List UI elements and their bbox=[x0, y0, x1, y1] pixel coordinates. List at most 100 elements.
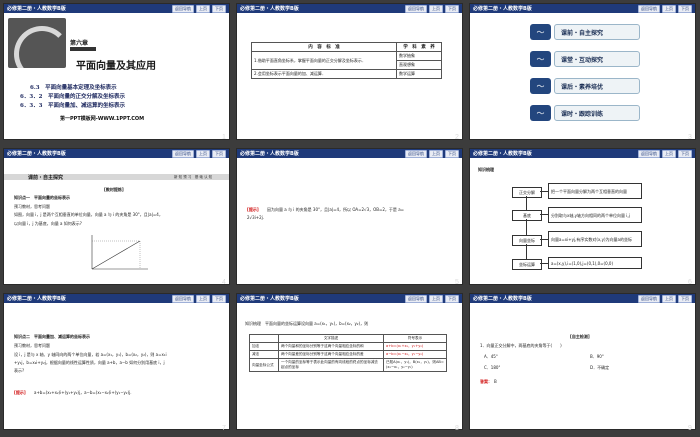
slide-header: 必修第二册・人教数学B版 返回导航 上页 下页 bbox=[4, 4, 229, 13]
section-heading: 6.3 平面向量基本定理及坐标表示 bbox=[30, 85, 117, 91]
table-row: 1.借助平面直角坐标系，掌握平面向量的正交分解及坐标表示． 数学抽象 bbox=[251, 51, 442, 70]
table-cell: 数学抽象 bbox=[396, 51, 442, 61]
swoosh-icon: 〜 bbox=[530, 105, 551, 121]
return-nav-button[interactable]: 返回导航 bbox=[172, 294, 194, 303]
slide-header: 必修第二册・人教数学B版 返回导航 上页 下页 bbox=[4, 294, 229, 303]
slide-thumbnail-3[interactable]: 必修第二册・人教数学B版 返回导航 上页 下页 〜 课前・自主探究 〜 课堂・互… bbox=[469, 3, 696, 140]
page-number: 8 bbox=[455, 425, 459, 432]
header-title: 必修第二册・人教数学B版 bbox=[7, 296, 66, 302]
definition-box: a=(x,y),i=(1,0),j=(0,1),0=(0,0) bbox=[548, 257, 642, 269]
table-cell: a−b=(x₁−x₂，y₁−y₂) bbox=[383, 350, 447, 359]
question-text: 如图，向量 i，j 是两个互相垂直的单位向量，向量 a 与 i 的夹角是 30°… bbox=[14, 212, 163, 217]
slide-thumbnail-7[interactable]: 必修第二册・人教数学B版 返回导航 上页 下页 知识点二 平面向量加、减运算的坐… bbox=[3, 293, 230, 430]
menu-item-in-class[interactable]: 〜 课堂・互动探究 bbox=[530, 51, 640, 67]
menu-item-label: 课后・素养培优 bbox=[553, 78, 640, 94]
return-nav-button[interactable]: 返回导航 bbox=[405, 4, 427, 13]
table-cell: 两个向量差的坐标分别等于这两个向量相应坐标的差 bbox=[278, 350, 384, 359]
return-nav-button[interactable]: 返回导航 bbox=[638, 4, 660, 13]
option-b: B．90° bbox=[590, 354, 604, 359]
return-nav-button[interactable]: 返回导航 bbox=[638, 149, 660, 158]
cover-image bbox=[8, 18, 66, 68]
next-page-button[interactable]: 下页 bbox=[678, 4, 692, 13]
concept-box: 坐标运算 bbox=[512, 259, 542, 270]
slide-thumbnail-6[interactable]: 必修第二册・人教数学B版 返回导航 上页 下页 知识梳理 正交分解 基底 向量坐… bbox=[469, 148, 696, 285]
menu-item-pre-class[interactable]: 〜 课前・自主探究 bbox=[530, 24, 640, 40]
slide-thumbnail-1[interactable]: 必修第二册・人教数学B版 返回导航 上页 下页 第六章 平面向量及其应用 6.3… bbox=[3, 3, 230, 140]
option-a: A．45° bbox=[484, 354, 498, 359]
header-title: 必修第二册・人教数学B版 bbox=[240, 296, 299, 302]
menu-item-training[interactable]: 〜 课时・跟踪训练 bbox=[530, 105, 640, 121]
knowledge-point: 知识点二 平面向量加、减运算的坐标表示 bbox=[14, 334, 90, 339]
menu-item-label: 课时・跟踪训练 bbox=[553, 105, 640, 121]
table-cell: a+b=(x₁+x₂，y₁+y₂) bbox=[383, 342, 447, 351]
prev-page-button[interactable]: 上页 bbox=[662, 4, 676, 13]
return-nav-button[interactable]: 返回导航 bbox=[638, 294, 660, 303]
answer-text: a+b=(x₁+x₂)i+(y₁+y₂)j，a−b=(x₁−x₂)i+(y₁−y… bbox=[34, 390, 132, 395]
slide-thumbnail-8[interactable]: 必修第二册・人教数学B版 返回导航 上页 下页 知识梳理 平面向量的坐标运算设向… bbox=[236, 293, 463, 430]
table-cell: 1.借助平面直角坐标系，掌握平面向量的正交分解及坐标表示． bbox=[251, 51, 397, 70]
next-page-button[interactable]: 下页 bbox=[678, 149, 692, 158]
table-row: 2.会用坐标表示平面向量的加、减运算． 数学运算 bbox=[251, 69, 442, 79]
standards-table: 内 容 标 准 学 科 素 养 1.借助平面直角坐标系，掌握平面向量的正交分解及… bbox=[251, 42, 442, 79]
prev-page-button[interactable]: 上页 bbox=[429, 149, 443, 158]
prev-page-button[interactable]: 上页 bbox=[662, 149, 676, 158]
prev-page-button[interactable]: 上页 bbox=[196, 294, 210, 303]
tip-label: [提示] bbox=[247, 207, 259, 212]
page-number: 7 bbox=[222, 425, 226, 432]
prev-page-button[interactable]: 上页 bbox=[196, 4, 210, 13]
prev-page-button[interactable]: 上页 bbox=[196, 149, 210, 158]
prev-page-button[interactable]: 上页 bbox=[662, 294, 676, 303]
slide-thumbnail-4[interactable]: 必修第二册・人教数学B版 返回导航 上页 下页 课前・自主探究 新 知 预 习 … bbox=[3, 148, 230, 285]
table-cell: 数学运算 bbox=[396, 69, 442, 79]
slide-header: 必修第二册・人教数学B版 返回导航 上页 下页 bbox=[470, 4, 695, 13]
header-title: 必修第二册・人教数学B版 bbox=[473, 6, 532, 12]
answer-label: 答案： bbox=[480, 379, 492, 384]
site-footer: 第一PPT模板网-WWW.1PPT.COM bbox=[60, 116, 145, 122]
return-nav-button[interactable]: 返回导航 bbox=[172, 149, 194, 158]
swoosh-icon: 〜 bbox=[530, 51, 551, 67]
table-cell: 已知A(x₁，y₁)，B(x₂，y₂)，则AB=(x₂−x₁，y₂−y₁) bbox=[383, 358, 447, 372]
table-cell: 加法 bbox=[249, 342, 279, 351]
page-number: 2 bbox=[455, 134, 459, 141]
return-nav-button[interactable]: 返回导航 bbox=[405, 149, 427, 158]
table-cell: 两个向量和的坐标分别等于这两个向量相应坐标的和 bbox=[278, 342, 384, 351]
definition-box: 向量a=xi+yj,有序实数对(x,y)为向量a的坐标 bbox=[548, 231, 642, 247]
next-page-button[interactable]: 下页 bbox=[445, 149, 459, 158]
question-text: 表示? bbox=[14, 368, 25, 373]
table-cell: 减法 bbox=[249, 350, 279, 359]
table-row: 文字描述 符号表示 bbox=[249, 334, 447, 343]
preview-prompt: 预习教材，思考问题 bbox=[14, 343, 50, 348]
table-row: 向量坐标公式 一个向量的坐标等于表示此向量的有向线段的终点的坐标减去起点的坐标 … bbox=[249, 358, 447, 372]
table-header: 学 科 素 养 bbox=[396, 42, 442, 52]
intro-text: 知识梳理 平面向量的坐标运算设向量 a=(x₁，y₁)，b=(x₂，y₂)，则 bbox=[245, 321, 369, 326]
slide-thumbnail-9[interactable]: 必修第二册・人教数学B版 返回导航 上页 下页 [自主检测] 1．向量正交分解中… bbox=[469, 293, 696, 430]
next-page-button[interactable]: 下页 bbox=[445, 4, 459, 13]
return-nav-button[interactable]: 返回导航 bbox=[405, 294, 427, 303]
prev-page-button[interactable]: 上页 bbox=[429, 294, 443, 303]
question-text: 1．向量正交分解中，两基底的夹角等于( ) bbox=[480, 343, 562, 348]
definition-box: 分别取与x轴,y轴方向相同的两个单位向量 i,j bbox=[548, 207, 642, 223]
menu-item-after-class[interactable]: 〜 课后・素养培优 bbox=[530, 78, 640, 94]
section-label: [自主检测] bbox=[570, 334, 590, 339]
return-nav-button[interactable]: 返回导航 bbox=[172, 4, 194, 13]
table-row: 减法 两个向量差的坐标分别等于这两个向量相应坐标的差 a−b=(x₁−x₂，y₁… bbox=[249, 350, 447, 359]
chapter-title: 平面向量及其应用 bbox=[76, 61, 156, 72]
table-header bbox=[249, 334, 279, 343]
next-page-button[interactable]: 下页 bbox=[445, 294, 459, 303]
answer-text: 2√3i+2j. bbox=[247, 215, 265, 220]
chapter-label: 第六章 bbox=[70, 40, 89, 47]
page-number: 4 bbox=[222, 279, 226, 286]
table-cell: 一个向量的坐标等于表示此向量的有向线段的终点的坐标减去起点的坐标 bbox=[278, 358, 384, 372]
next-page-button[interactable]: 下页 bbox=[678, 294, 692, 303]
next-page-button[interactable]: 下页 bbox=[212, 294, 226, 303]
slide-thumbnail-5[interactable]: 必修第二册・人教数学B版 返回导航 上页 下页 [提示] 因为向量 a 与 i … bbox=[236, 148, 463, 285]
prev-page-button[interactable]: 上页 bbox=[429, 4, 443, 13]
band-subtitle: 新 知 预 习 基 础 认 知 bbox=[174, 175, 213, 179]
menu-item-label: 课堂・互动探究 bbox=[553, 51, 640, 67]
next-page-button[interactable]: 下页 bbox=[212, 149, 226, 158]
slide-header: 必修第二册・人教数学B版 返回导航 上页 下页 bbox=[470, 149, 695, 158]
band-title: 课前・自主探究 bbox=[28, 175, 64, 181]
slide-thumbnail-2[interactable]: 必修第二册・人教数学B版 返回导航 上页 下页 内 容 标 准 学 科 素 养 … bbox=[236, 3, 463, 140]
section-heading: 6．3．3 平面向量加、减运算的坐标表示 bbox=[20, 103, 125, 109]
next-page-button[interactable]: 下页 bbox=[212, 4, 226, 13]
